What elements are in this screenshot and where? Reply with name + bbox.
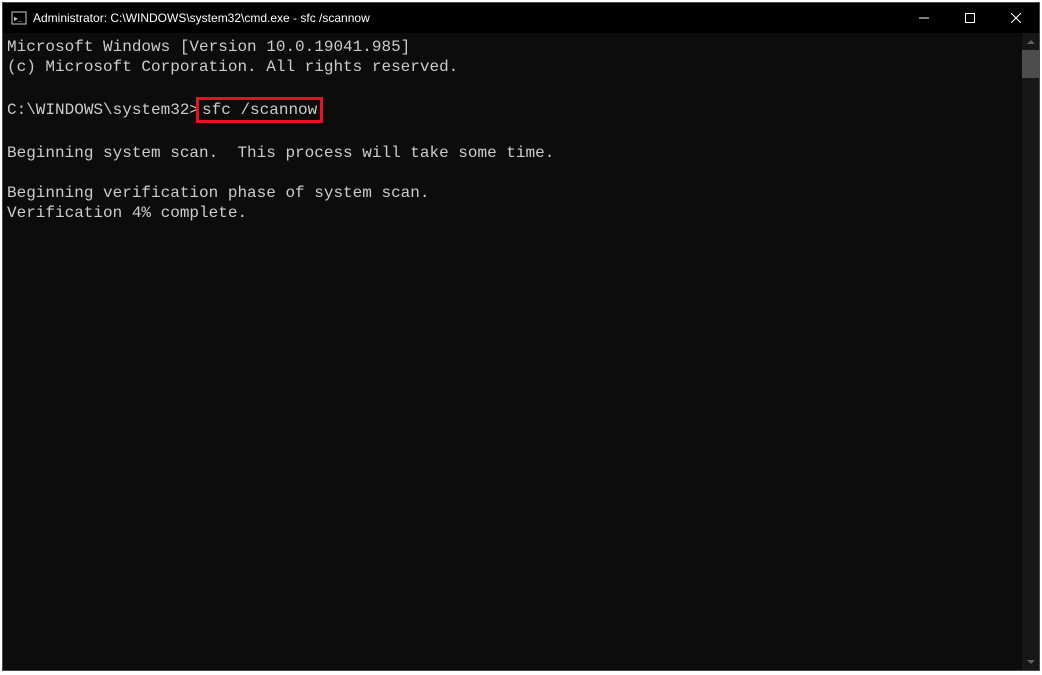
window-controls xyxy=(901,3,1039,33)
scroll-down-arrow-icon[interactable] xyxy=(1022,653,1039,670)
vertical-scrollbar[interactable] xyxy=(1022,33,1039,670)
scroll-track[interactable] xyxy=(1022,50,1039,653)
svg-text:▸_: ▸_ xyxy=(14,14,23,23)
output-line: Beginning system scan. This process will… xyxy=(7,143,1022,163)
window-title: Administrator: C:\WINDOWS\system32\cmd.e… xyxy=(33,11,901,25)
output-line: Verification 4% complete. xyxy=(7,203,1022,223)
cmd-window: ▸_ Administrator: C:\WINDOWS\system32\cm… xyxy=(2,2,1040,671)
output-line: Beginning verification phase of system s… xyxy=(7,183,1022,203)
blank-line xyxy=(7,163,1022,183)
blank-line xyxy=(7,123,1022,143)
scroll-thumb[interactable] xyxy=(1022,50,1039,78)
scroll-up-arrow-icon[interactable] xyxy=(1022,33,1039,50)
output-line: (c) Microsoft Corporation. All rights re… xyxy=(7,57,1022,77)
prompt-line: C:\WINDOWS\system32>sfc /scannow xyxy=(7,97,1022,123)
terminal-area: Microsoft Windows [Version 10.0.19041.98… xyxy=(3,33,1039,670)
output-line: Microsoft Windows [Version 10.0.19041.98… xyxy=(7,37,1022,57)
blank-line xyxy=(7,77,1022,97)
minimize-button[interactable] xyxy=(901,3,947,33)
cmd-icon: ▸_ xyxy=(11,10,27,26)
close-button[interactable] xyxy=(993,3,1039,33)
terminal-output[interactable]: Microsoft Windows [Version 10.0.19041.98… xyxy=(3,33,1022,670)
maximize-button[interactable] xyxy=(947,3,993,33)
titlebar[interactable]: ▸_ Administrator: C:\WINDOWS\system32\cm… xyxy=(3,3,1039,33)
highlighted-command: sfc /scannow xyxy=(196,97,323,123)
prompt-text: C:\WINDOWS\system32> xyxy=(7,101,199,119)
